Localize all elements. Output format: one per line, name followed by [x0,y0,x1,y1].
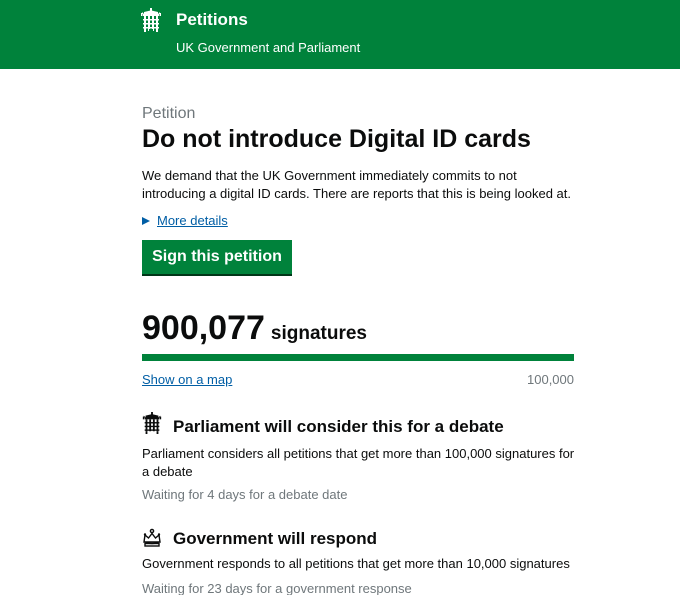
site-subtitle: UK Government and Parliament [176,40,361,55]
response-status: Waiting for 23 days for a government res… [142,581,412,595]
show-on-map-link[interactable]: Show on a map [142,372,232,387]
debate-section-title: Parliament will consider this for a deba… [173,417,504,436]
response-section-title: Government will respond [173,529,378,548]
page-caption: Petition [142,105,196,122]
more-details-toggle[interactable]: More details [142,213,228,228]
signature-count-number: 900,077 [142,309,265,347]
portcullis-icon [141,8,161,32]
signature-progress-bar [142,354,574,361]
site-header: Petitions UK Government and Parliament [0,0,680,69]
debate-section-text: Parliament considers all petitions that … [142,446,575,479]
response-section-text: Government responds to all petitions tha… [142,556,570,571]
more-details-link[interactable]: More details [157,213,228,228]
portcullis-icon [142,412,162,434]
sign-petition-button[interactable]: Sign this petition [142,240,292,274]
page-title: Do not introduce Digital ID cards [142,125,531,153]
petition-summary: We demand that the UK Government immedia… [142,168,571,201]
crown-icon [143,528,161,547]
site-title-link[interactable]: Petitions [176,10,248,30]
signature-count: 900,077 signatures [142,309,367,348]
triangle-right-icon [142,217,150,225]
signature-threshold: 100,000 [527,372,574,387]
signature-progress-fill [142,354,574,361]
signature-count-label: signatures [270,323,367,344]
debate-status: Waiting for 4 days for a debate date [142,487,348,502]
